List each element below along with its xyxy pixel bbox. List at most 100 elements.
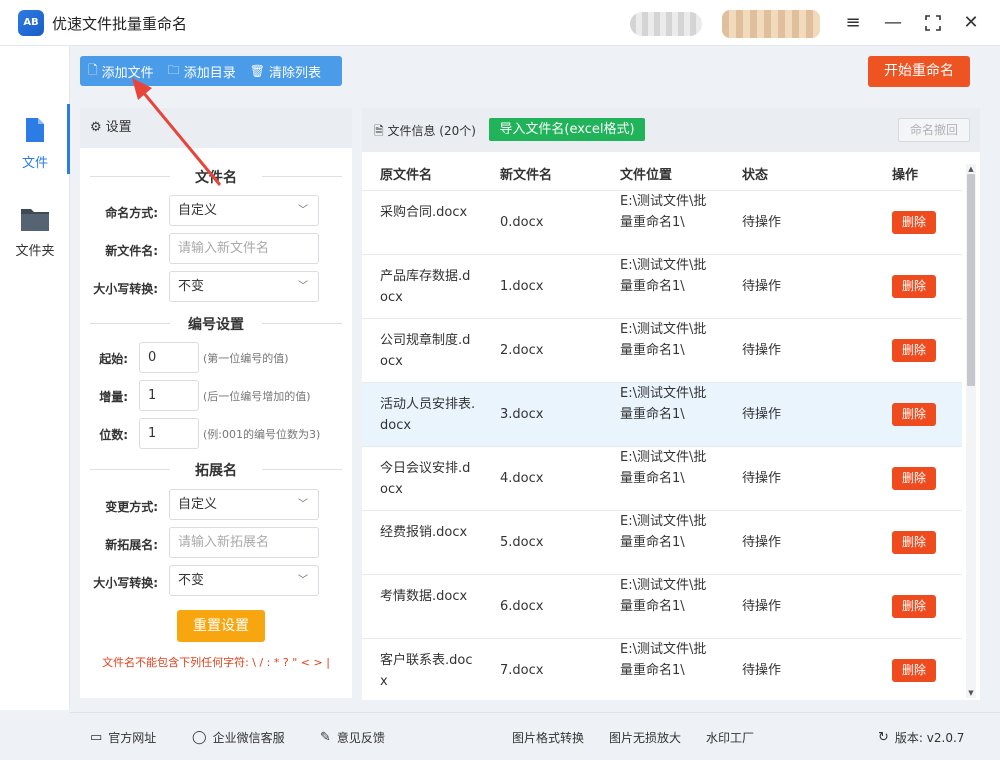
column-header-new[interactable]: 新文件名 (500, 164, 552, 183)
ext-case-select[interactable]: 不变 ﹀ (169, 565, 319, 596)
add-dir-label: 添加目录 (183, 65, 236, 81)
folder-icon (21, 209, 49, 231)
start-rename-button[interactable]: 开始重命名 (868, 56, 970, 87)
new-ext-label: 新拓展名: (105, 538, 158, 552)
table-row[interactable]: 公司规章制度.docx 2.docx E:\测试文件\批量重命名1\ 待操作 删… (362, 318, 962, 382)
feedback-icon: ✎ (320, 730, 331, 745)
case-value: 不变 (178, 279, 205, 294)
cell-orig-name: 客户联系表.docx (380, 653, 473, 689)
column-header-status[interactable]: 状态 (742, 164, 768, 183)
column-header-orig[interactable]: 原文件名 (380, 164, 432, 183)
start-label: 起始: (99, 352, 128, 366)
table-row[interactable]: 产品库存数据.docx 1.docx E:\测试文件\批量重命名1\ 待操作 删… (362, 254, 962, 318)
table-row[interactable]: 考情数据.docx 6.docx E:\测试文件\批量重命名1\ 待操作 删除 (362, 574, 962, 638)
case-label: 大小写转换: (93, 282, 158, 296)
step-number-input[interactable]: 1 (139, 380, 199, 411)
document-icon: 🗋 (88, 62, 98, 77)
case-select[interactable]: 不变 ﹀ (169, 271, 319, 302)
folder-outline-icon: 🗀 (167, 62, 180, 77)
website-link[interactable]: ▭ 官方网址 (90, 729, 156, 746)
scroll-up-icon[interactable]: ▲ (966, 164, 976, 174)
naming-mode-value: 自定义 (178, 203, 218, 218)
document-icon: 🗎 (374, 124, 384, 138)
vertical-scrollbar[interactable]: ▲ ▼ (966, 164, 976, 698)
delete-button[interactable]: 删除 (892, 275, 936, 298)
cell-location: E:\测试文件\批量重命名1\ (620, 642, 707, 678)
cell-orig-name: 产品库存数据.docx (380, 269, 471, 305)
cell-new-name: 5.docx (500, 535, 544, 550)
footer-bar: ▭ 官方网址 ◯ 企业微信客服 ✎ 意见反馈 图片格式转换 图片无损放大 水印工厂 ↻… (70, 712, 1000, 760)
feedback-link[interactable]: ✎ 意见反馈 (320, 729, 385, 746)
start-number-input[interactable]: 0 (139, 342, 199, 373)
image-convert-link[interactable]: 图片格式转换 (512, 729, 584, 746)
step-label: 增量: (99, 390, 128, 404)
add-directory-button[interactable]: 🗀 添加目录 (168, 61, 236, 82)
maximize-icon[interactable] (920, 10, 946, 36)
undo-rename-button[interactable]: 命名撤回 (898, 118, 970, 142)
table-row[interactable]: 活动人员安排表.docx 3.docx E:\测试文件\批量重命名1\ 待操作 … (362, 382, 962, 446)
delete-button[interactable]: 删除 (892, 403, 936, 426)
filename-section-title: 文件名 (80, 167, 352, 187)
new-ext-input[interactable]: 请输入新拓展名 (169, 527, 319, 558)
user-account-blurred[interactable] (722, 10, 820, 38)
delete-button[interactable]: 删除 (892, 659, 936, 682)
digits-number-input[interactable]: 1 (139, 418, 199, 449)
table-row[interactable]: 今日会议安排.docx 4.docx E:\测试文件\批量重命名1\ 待操作 删… (362, 446, 962, 510)
delete-button[interactable]: 删除 (892, 467, 936, 490)
ext-case-value: 不变 (178, 573, 205, 588)
digits-hint: (例:001的编号位数为3) (203, 428, 321, 441)
chevron-down-icon: ﹀ (298, 575, 308, 586)
cell-location: E:\测试文件\批量重命名1\ (620, 194, 707, 230)
toolbar: 🗋 添加文件 🗀 添加目录 🗑 清除列表 (80, 56, 342, 86)
menu-icon[interactable]: ≡ (840, 10, 866, 36)
add-file-button[interactable]: 🗋 添加文件 (88, 61, 154, 82)
cell-new-name: 0.docx (500, 215, 544, 230)
delete-button[interactable]: 删除 (892, 339, 936, 362)
naming-mode-label: 命名方式: (105, 206, 158, 220)
wechat-label: 企业微信客服 (212, 731, 285, 745)
naming-mode-select[interactable]: 自定义 ﹀ (169, 195, 319, 226)
table-row[interactable]: 客户联系表.docx 7.docx E:\测试文件\批量重命名1\ 待操作 删除 (362, 638, 962, 702)
nav-item-folder[interactable]: 文件夹 (0, 206, 70, 259)
column-header-location[interactable]: 文件位置 (620, 164, 672, 183)
cell-new-name: 4.docx (500, 471, 544, 486)
table-row[interactable]: 采购合同.docx 0.docx E:\测试文件\批量重命名1\ 待操作 删除 (362, 190, 962, 254)
clear-list-button[interactable]: 🗑 清除列表 (250, 62, 321, 81)
cell-orig-name: 活动人员安排表.docx (380, 397, 476, 433)
digits-label: 位数: (99, 428, 128, 442)
ext-mode-label: 变更方式: (105, 500, 158, 514)
cell-location: E:\测试文件\批量重命名1\ (620, 514, 707, 550)
cell-location: E:\测试文件\批量重命名1\ (620, 322, 707, 358)
app-title: 优速文件批量重命名 (52, 15, 188, 33)
delete-button[interactable]: 删除 (892, 211, 936, 234)
chevron-down-icon: ﹀ (298, 499, 308, 510)
table-row[interactable]: 经费报销.docx 5.docx E:\测试文件\批量重命名1\ 待操作 删除 (362, 510, 962, 574)
ext-case-label: 大小写转换: (93, 576, 158, 590)
left-navigation: 文件 文件夹 (0, 46, 70, 710)
user-avatar-blurred[interactable] (630, 12, 702, 36)
settings-title: 设置 (105, 120, 132, 135)
scrollbar-thumb[interactable] (967, 174, 975, 386)
version-info[interactable]: ↻ 版本: v2.0.7 (878, 729, 964, 746)
extension-section-title: 拓展名 (80, 460, 352, 480)
new-name-input[interactable]: 请输入新文件名 (169, 233, 319, 264)
cell-new-name: 6.docx (500, 599, 544, 614)
website-icon: ▭ (90, 730, 103, 745)
image-enlarge-link[interactable]: 图片无损放大 (609, 729, 681, 746)
import-excel-button[interactable]: 导入文件名(excel格式) (489, 118, 645, 141)
cell-new-name: 2.docx (500, 343, 544, 358)
cell-status: 待操作 (742, 599, 782, 614)
delete-button[interactable]: 删除 (892, 531, 936, 554)
chevron-down-icon: ﹀ (298, 281, 308, 292)
ext-mode-select[interactable]: 自定义 ﹀ (169, 489, 319, 520)
reset-settings-button[interactable]: 重置设置 (177, 610, 265, 642)
delete-button[interactable]: 删除 (892, 595, 936, 618)
scroll-down-icon[interactable]: ▼ (966, 688, 976, 698)
watermark-link[interactable]: 水印工厂 (706, 729, 754, 746)
minimize-icon[interactable]: — (880, 10, 906, 36)
close-icon[interactable]: ✕ (958, 10, 984, 36)
settings-header: ⚙ 设置 (80, 108, 352, 148)
nav-item-file[interactable]: 文件 (0, 104, 70, 174)
cell-location: E:\测试文件\批量重命名1\ (620, 258, 707, 294)
wechat-service-link[interactable]: ◯ 企业微信客服 (192, 729, 285, 746)
